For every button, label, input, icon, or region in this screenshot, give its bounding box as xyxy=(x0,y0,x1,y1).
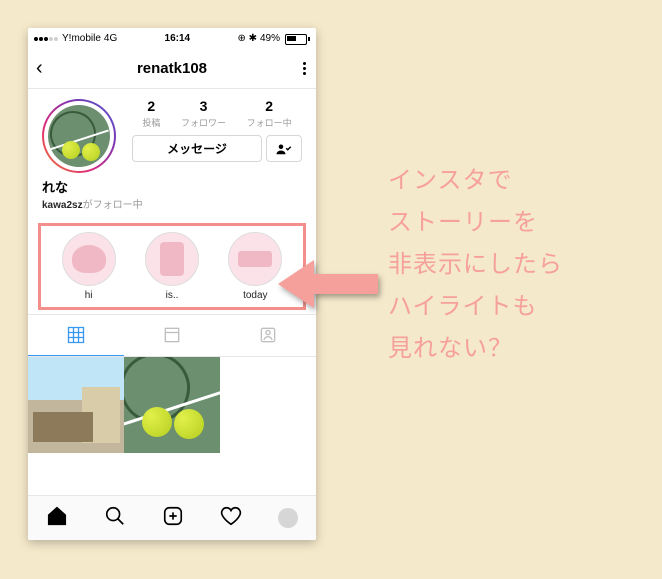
bottom-nav xyxy=(28,495,316,540)
stat-following-value: 2 xyxy=(247,99,292,113)
profile-stats: 2 投稿 3 フォロワー 2 フォロー中 メッセージ xyxy=(132,99,302,173)
search-icon xyxy=(104,505,126,527)
caption-line: インスタで xyxy=(388,160,563,202)
highlight-cover xyxy=(62,232,116,286)
nav-activity[interactable] xyxy=(220,505,242,532)
home-icon xyxy=(46,505,68,527)
grid-photo[interactable] xyxy=(28,357,124,453)
caption-line: ハイライトも xyxy=(388,286,563,328)
carrier-label: Y!mobile xyxy=(62,30,101,48)
stat-following-label: フォロー中 xyxy=(247,116,292,129)
battery-pct: 49% xyxy=(260,30,280,48)
stat-following[interactable]: 2 フォロー中 xyxy=(247,99,292,129)
caption-line: 見れない？ xyxy=(388,328,563,370)
highlights-row-annotated: hi is.. today xyxy=(38,223,306,310)
stat-followers-label: フォロワー xyxy=(181,116,226,129)
status-bar: Y!mobile 4G 16:14 ⊕ ✱ 49% xyxy=(28,28,316,48)
highlight-label: today xyxy=(243,290,267,301)
followed-by-text: kawa2szがフォロー中 xyxy=(28,196,316,219)
nav-home[interactable] xyxy=(46,505,68,532)
display-name: れな xyxy=(28,177,316,196)
person-check-icon xyxy=(275,143,293,155)
status-right: ⊕ ✱ 49% xyxy=(237,30,310,48)
highlight-item[interactable]: today xyxy=(228,232,282,301)
network-label: 4G xyxy=(104,30,117,48)
signal-icon xyxy=(34,30,59,48)
highlight-cover xyxy=(145,232,199,286)
followed-by-suffix: がフォロー中 xyxy=(83,200,143,211)
back-button[interactable]: ‹ xyxy=(36,57,43,80)
grid-icon xyxy=(66,325,86,345)
nav-profile[interactable] xyxy=(278,508,298,528)
stat-posts-value: 2 xyxy=(142,99,160,113)
message-button[interactable]: メッセージ xyxy=(132,135,262,162)
highlight-cover xyxy=(228,232,282,286)
status-time: 16:14 xyxy=(117,30,237,48)
avatar xyxy=(44,101,114,171)
nav-new-post[interactable] xyxy=(162,505,184,532)
status-left: Y!mobile 4G xyxy=(34,30,117,48)
list-icon xyxy=(162,325,182,345)
highlight-item[interactable]: is.. xyxy=(145,232,199,301)
following-dropdown-button[interactable] xyxy=(266,135,302,162)
tab-grid[interactable] xyxy=(28,315,124,356)
more-options-button[interactable] xyxy=(303,62,306,75)
highlight-label: hi xyxy=(85,290,93,301)
highlight-label: is.. xyxy=(166,290,179,301)
tab-feed[interactable] xyxy=(124,315,220,355)
grid-photo[interactable] xyxy=(124,357,220,453)
profile-tabs xyxy=(28,314,316,357)
tab-tagged[interactable] xyxy=(220,315,316,355)
followed-by-user[interactable]: kawa2sz xyxy=(42,200,83,211)
nav-username: renatk108 xyxy=(137,60,207,77)
plus-square-icon xyxy=(162,505,184,527)
nav-search[interactable] xyxy=(104,505,126,532)
photo-grid xyxy=(28,357,316,495)
tagged-icon xyxy=(258,325,278,345)
profile-header: 2 投稿 3 フォロワー 2 フォロー中 メッセージ xyxy=(28,89,316,177)
stat-posts-label: 投稿 xyxy=(142,116,160,129)
annotation-arrow xyxy=(278,256,378,312)
battery-icon xyxy=(283,34,310,45)
heart-icon xyxy=(220,505,242,527)
highlight-item[interactable]: hi xyxy=(62,232,116,301)
stat-posts[interactable]: 2 投稿 xyxy=(142,99,160,129)
caption-line: ストーリーを xyxy=(388,202,563,244)
grid-empty xyxy=(220,357,316,453)
annotation-caption: インスタで ストーリーを 非表示にしたら ハイライトも 見れない？ xyxy=(388,160,563,370)
stat-followers[interactable]: 3 フォロワー xyxy=(181,99,226,129)
avatar-story-ring[interactable] xyxy=(42,99,116,173)
stat-followers-value: 3 xyxy=(181,99,226,113)
phone-frame: Y!mobile 4G 16:14 ⊕ ✱ 49% ‹ renatk108 xyxy=(28,28,316,540)
status-icons: ⊕ ✱ xyxy=(237,30,257,48)
caption-line: 非表示にしたら xyxy=(388,244,563,286)
nav-header: ‹ renatk108 xyxy=(28,48,316,89)
